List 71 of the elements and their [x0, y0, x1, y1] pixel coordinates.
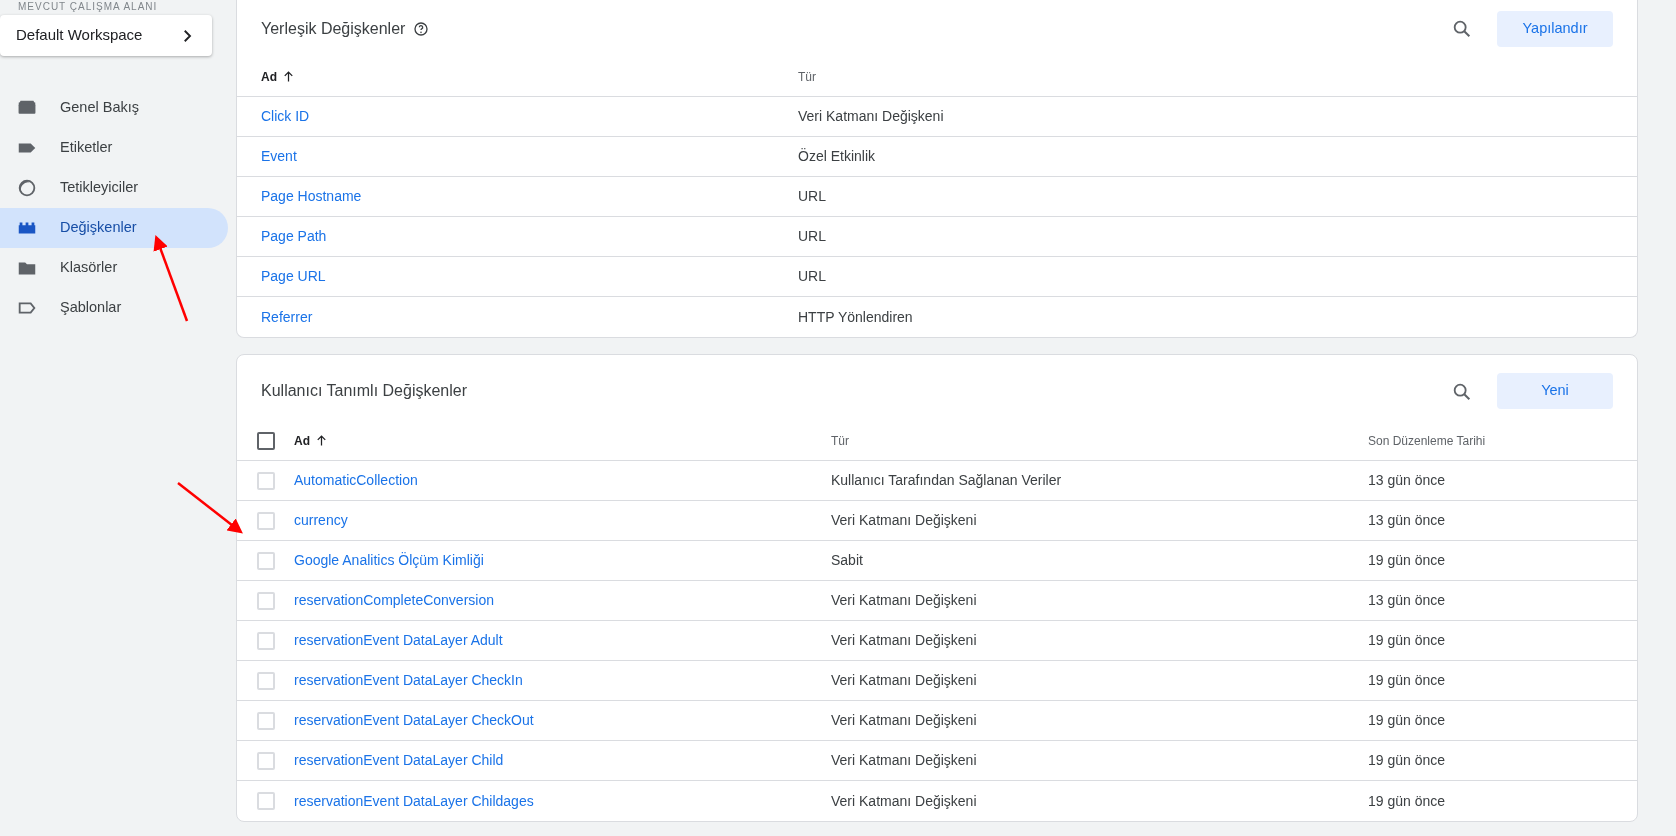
sidebar-item[interactable]: Şablonlar — [0, 288, 228, 328]
table-cell: Sabit — [831, 552, 863, 568]
variable-link[interactable]: Referrer — [261, 308, 313, 325]
variable-link[interactable]: reservationEvent DataLayer Childages — [294, 792, 534, 809]
row-checkbox[interactable] — [257, 591, 275, 610]
row-checkbox[interactable] — [257, 511, 275, 530]
variable-link[interactable]: Page URL — [261, 268, 326, 284]
arrow-up-icon — [314, 433, 329, 448]
variable-link[interactable]: Event — [261, 148, 297, 164]
variable-link[interactable]: reservationEvent DataLayer CheckIn — [294, 672, 523, 688]
table-cell-text: 19 gün önce — [1368, 751, 1446, 770]
variable-link[interactable]: reservationCompleteConversion — [294, 592, 494, 608]
variable-link[interactable]: Click ID — [261, 108, 310, 124]
variable-link[interactable]: reservationEvent DataLayer Child — [294, 752, 504, 768]
circles-icon — [16, 177, 38, 199]
variable-link[interactable]: currency — [294, 512, 348, 528]
table-cell-text: 13 gün önce — [1368, 511, 1446, 530]
column-header: Tür — [798, 68, 816, 86]
column-header[interactable]: Ad — [261, 67, 277, 86]
table-cell-text: 13 gün önce — [1368, 471, 1446, 490]
table-cell-text: 19 gün önce — [1368, 551, 1446, 570]
sidebar-item[interactable]: Değişkenler — [0, 208, 228, 248]
column-header[interactable]: Ad — [294, 431, 310, 450]
row-checkbox[interactable] — [257, 551, 275, 570]
table-cell: Veri Katmanı Değişkeni — [831, 792, 977, 809]
select-all-checkbox[interactable] — [257, 431, 275, 450]
workspace-label: MEVCUT ÇALIŞMA ALANI — [17, 1, 159, 13]
row-checkbox[interactable] — [257, 751, 275, 770]
variable-link[interactable]: reservationEvent DataLayer CheckOut — [294, 712, 534, 728]
variable-link[interactable]: Page Path — [261, 228, 327, 244]
variable-link[interactable]: Google Analitics Ölçüm Kimliği — [294, 552, 484, 568]
table-cell: Veri Katmanı Değişkeni — [831, 512, 977, 528]
table-cell-text: 19 gün önce — [1368, 711, 1446, 730]
table-cell-text: 19 gün önce — [1368, 791, 1446, 811]
table-cell: Veri Katmanı Değişkeni — [831, 592, 977, 608]
sidebar-item[interactable]: Etiketler — [0, 128, 228, 168]
column-header: Tür — [831, 433, 849, 448]
table-cell-text: URL — [798, 187, 826, 206]
annotation-arrow — [177, 482, 243, 534]
configure-button[interactable]: Yapılandır — [1497, 10, 1613, 47]
card-title: Yerleşik Değişkenler — [261, 18, 406, 39]
table-cell-text: 19 gün önce — [1368, 631, 1446, 650]
arrow-up-icon — [281, 69, 296, 84]
card-title: Kullanıcı Tanımlı Değişkenler — [261, 381, 468, 401]
table-cell: Kullanıcı Tarafından Sağlanan Veriler — [831, 472, 1062, 488]
table-cell-text: Veri Katmanı Değişkeni — [798, 107, 944, 126]
row-checkbox[interactable] — [257, 631, 275, 650]
variable-link[interactable]: reservationEvent DataLayer Adult — [294, 632, 503, 648]
table-cell: Veri Katmanı Değişkeni — [831, 752, 977, 768]
table-cell-text: 13 gün önce — [1368, 591, 1446, 610]
workspace-selector[interactable]: Default Workspace — [0, 15, 212, 56]
table-cell-text: HTTP Yönlendiren — [798, 307, 913, 327]
row-checkbox[interactable] — [257, 792, 275, 810]
table-cell-text: URL — [798, 227, 826, 246]
table-cell: Veri Katmanı Değişkeni — [831, 632, 977, 648]
table-cell-text: URL — [798, 267, 826, 286]
table-cell: Veri Katmanı Değişkeni — [831, 672, 977, 688]
row-checkbox[interactable] — [257, 671, 275, 690]
row-checkbox[interactable] — [257, 471, 275, 490]
sidebar-item[interactable]: Klasörler — [0, 248, 228, 288]
sidebar-item[interactable]: Tetikleyiciler — [0, 168, 228, 208]
column-header: Son Düzenleme Tarihi — [1368, 432, 1486, 450]
help-icon — [413, 20, 430, 37]
table-cell-text: Özel Etkinlik — [798, 147, 876, 166]
sidebar-item[interactable]: Genel Bakış — [0, 88, 228, 128]
table-cell-text: 19 gün önce — [1368, 671, 1446, 690]
row-checkbox[interactable] — [257, 711, 275, 730]
variable-link[interactable]: AutomaticCollection — [294, 472, 418, 488]
table-cell: Veri Katmanı Değişkeni — [831, 712, 977, 728]
variable-link[interactable]: Page Hostname — [261, 188, 362, 204]
new-button[interactable]: Yeni — [1497, 373, 1613, 409]
